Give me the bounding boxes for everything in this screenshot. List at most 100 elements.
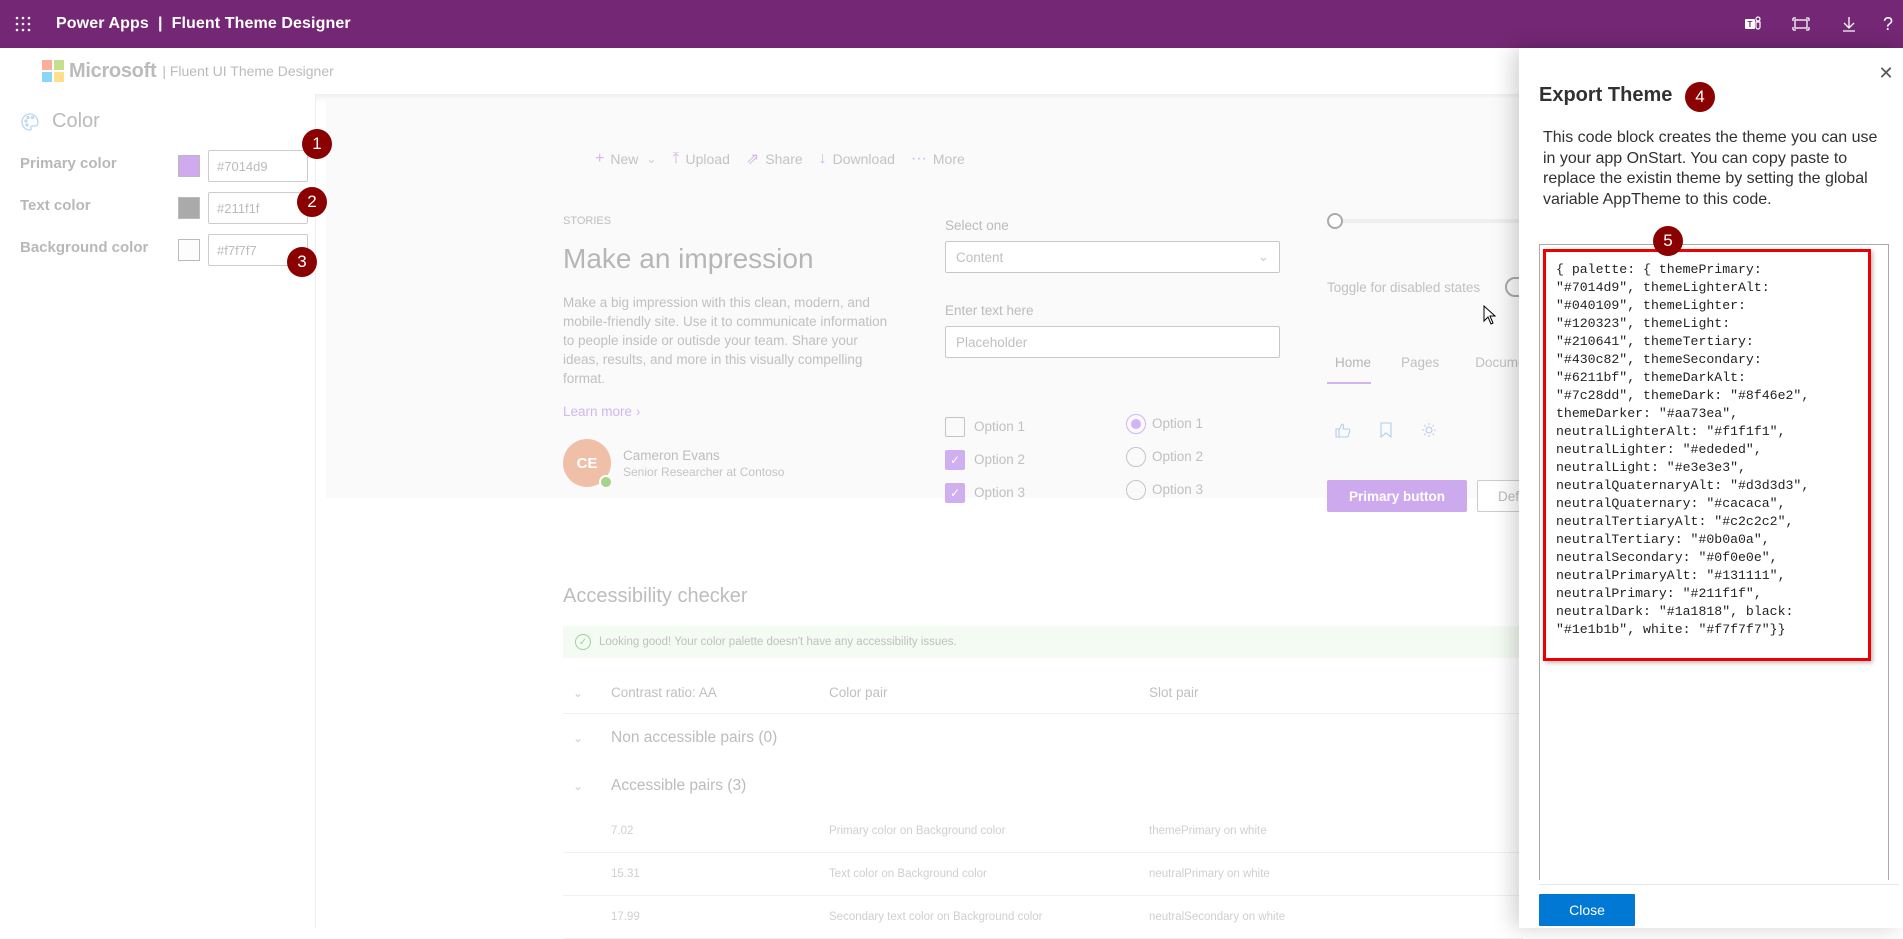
- primary-color-label: Primary color: [20, 154, 117, 172]
- top-bar: Power Apps | Fluent Theme Designer T ?: [0, 0, 1903, 48]
- annotation-badge-3: 3: [287, 247, 317, 277]
- text-color-row: Text color #211f1f: [20, 186, 308, 224]
- primary-color-input[interactable]: #7014d9: [208, 150, 308, 182]
- checkmark-circle-icon: ✓: [575, 634, 591, 650]
- close-icon[interactable]: ✕: [1875, 62, 1897, 84]
- slider-thumb[interactable]: [1327, 213, 1343, 229]
- share-icon: ⇗: [745, 151, 760, 168]
- toggle-label: Toggle for disabled states: [1327, 280, 1481, 295]
- annotation-badge-1: 1: [302, 129, 332, 159]
- background-color-row: Background color #f7f7f7: [20, 228, 308, 266]
- tab-pages[interactable]: Pages: [1393, 355, 1439, 384]
- checkbox-checked[interactable]: ✓: [945, 482, 965, 503]
- radio[interactable]: [1126, 446, 1146, 467]
- svg-text:T: T: [1748, 20, 1753, 29]
- persona: CE Cameron Evans Senior Researcher at Co…: [563, 439, 893, 489]
- panel-description: This code block creates the theme you ca…: [1543, 129, 1878, 208]
- column-contrast-ratio[interactable]: Contrast ratio: AA: [611, 685, 829, 700]
- annotation-badge-5: 5: [1653, 226, 1683, 256]
- column-color-pair[interactable]: Color pair: [829, 685, 1149, 700]
- theme-code[interactable]: { palette: { themePrimary: "#7014d9", th…: [1556, 261, 1876, 639]
- radio-group: Option 1 Option 2 Option 3: [1126, 407, 1203, 506]
- color-pair: Primary color on Background color: [829, 825, 1006, 837]
- background-color-swatch[interactable]: [178, 239, 200, 261]
- checkbox[interactable]: [945, 416, 965, 437]
- checkbox-option-2[interactable]: ✓ Option 2: [945, 443, 1025, 476]
- group-accessible-pairs[interactable]: ⌄ Accessible pairs (3): [563, 762, 1523, 810]
- primary-color-swatch[interactable]: [178, 155, 200, 177]
- annotation-badge-2: 2: [297, 187, 327, 217]
- upload-icon: ⤒: [672, 150, 680, 167]
- select-label: Select one: [945, 218, 1009, 233]
- table-row: 17.99 Secondary text color on Background…: [563, 896, 1523, 939]
- contrast-ratio: 15.31: [611, 868, 640, 880]
- checkbox-checked[interactable]: ✓: [945, 449, 965, 470]
- sun-icon[interactable]: [1421, 422, 1437, 443]
- primary-color-row: Primary color #7014d9: [20, 144, 308, 182]
- radio[interactable]: [1126, 479, 1146, 500]
- group-non-accessible-pairs[interactable]: ⌄ Non accessible pairs (0): [563, 714, 1523, 762]
- text-field-label: Enter text here: [945, 303, 1034, 318]
- checkbox-option-1[interactable]: Option 1: [945, 410, 1025, 443]
- form-controls: Select one Content ⌄ Enter text here Plac…: [945, 218, 1280, 358]
- presence-available-icon: [599, 475, 613, 489]
- chevron-down-icon[interactable]: ⌄: [563, 731, 611, 745]
- chevron-down-icon[interactable]: ⌄: [563, 686, 611, 700]
- hero-title: Make an impression: [563, 243, 814, 274]
- background-color-label: Background color: [20, 238, 149, 256]
- chevron-down-icon: ⌄: [1257, 249, 1269, 264]
- radio-selected[interactable]: [1126, 413, 1146, 434]
- select-dropdown[interactable]: Content ⌄: [945, 241, 1280, 273]
- tab-home[interactable]: Home: [1327, 355, 1372, 384]
- microsoft-logo-icon: [42, 60, 64, 82]
- chevron-down-icon[interactable]: ⌄: [563, 779, 611, 793]
- hero-body: Make a big impression with this clean, m…: [563, 295, 888, 386]
- export-theme-panel: ✕ Export Theme 4 This code block creates…: [1519, 48, 1903, 928]
- radio-option-1[interactable]: Option 1: [1126, 407, 1203, 440]
- learn-more-link[interactable]: Learn more ›: [563, 404, 893, 419]
- mouse-cursor-icon: [1483, 305, 1497, 325]
- accessibility-table: ⌄ Contrast ratio: AA Color pair Slot pai…: [563, 672, 1523, 939]
- table-row: 7.02 Primary color on Background color t…: [563, 810, 1523, 853]
- checkbox-option-3[interactable]: ✓ Option 3: [945, 476, 1025, 509]
- radio-option-3[interactable]: Option 3: [1126, 473, 1203, 506]
- fit-screen-icon[interactable]: [1777, 0, 1825, 48]
- share-button[interactable]: ⇗ Share: [746, 149, 803, 169]
- close-button[interactable]: Close: [1539, 894, 1635, 926]
- theme-code-textarea[interactable]: { palette: { themePrimary: "#7014d9", th…: [1539, 244, 1889, 880]
- avatar: CE: [563, 439, 613, 489]
- icon-buttons: [1335, 422, 1465, 443]
- download-icon: ↓: [818, 150, 827, 167]
- download-icon[interactable]: [1825, 0, 1873, 48]
- text-field[interactable]: Placeholder: [945, 326, 1280, 358]
- slot-pair: neutralPrimary on white: [1149, 868, 1270, 880]
- color-settings-pane: Color Primary color #7014d9 Text color #…: [0, 94, 316, 928]
- waffle-icon[interactable]: [0, 0, 46, 48]
- microsoft-logo: Microsoft | Fluent UI Theme Designer: [42, 60, 334, 83]
- text-color-swatch[interactable]: [178, 197, 200, 219]
- new-button[interactable]: + New ⌄: [595, 150, 656, 168]
- color-pair: Secondary text color on Background color: [829, 911, 1043, 923]
- slot-pair: themePrimary on white: [1149, 825, 1267, 837]
- table-row: 15.31 Text color on Background color neu…: [563, 853, 1523, 896]
- app-subtitle: | Fluent UI Theme Designer: [162, 63, 334, 79]
- upload-button[interactable]: ⤒ Upload: [672, 150, 729, 168]
- stories-card: STORIES Make an impression Make a big im…: [563, 215, 893, 489]
- column-slot-pair[interactable]: Slot pair: [1149, 685, 1449, 700]
- primary-button[interactable]: Primary button: [1327, 480, 1467, 512]
- more-button[interactable]: ··· More: [911, 150, 965, 168]
- persona-role: Senior Researcher at Contoso: [623, 464, 785, 479]
- chevron-right-icon: ›: [635, 404, 641, 419]
- slider[interactable]: [1327, 213, 1527, 229]
- text-color-input[interactable]: #211f1f: [208, 192, 308, 224]
- table-header: ⌄ Contrast ratio: AA Color pair Slot pai…: [563, 672, 1523, 714]
- like-icon[interactable]: [1335, 422, 1351, 443]
- radio-option-2[interactable]: Option 2: [1126, 440, 1203, 473]
- contrast-ratio: 7.02: [611, 825, 634, 837]
- teams-icon[interactable]: T: [1729, 0, 1777, 48]
- app-title: Power Apps | Fluent Theme Designer: [56, 15, 351, 32]
- download-button[interactable]: ↓ Download: [819, 150, 895, 168]
- help-icon[interactable]: ?: [1873, 0, 1903, 48]
- bookmark-icon[interactable]: [1379, 422, 1393, 443]
- stories-eyebrow: STORIES: [563, 215, 612, 227]
